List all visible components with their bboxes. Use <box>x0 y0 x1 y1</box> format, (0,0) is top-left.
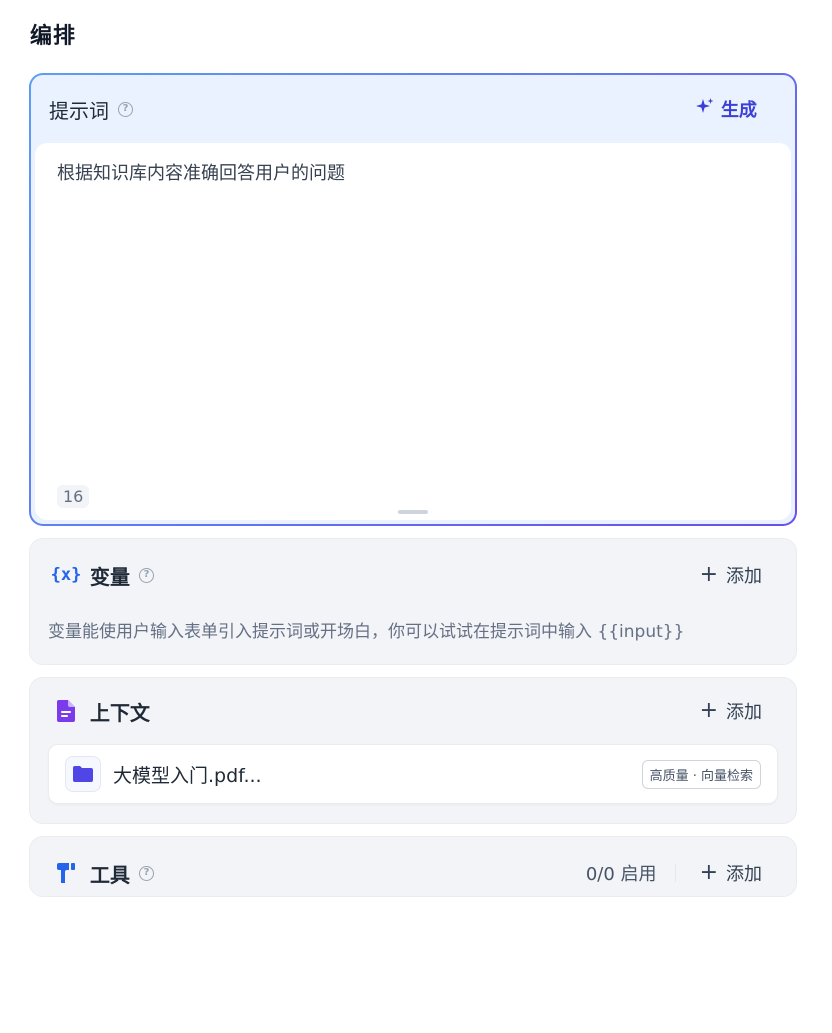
variables-help-icon[interactable]: ? <box>139 567 154 583</box>
tools-title: 工具 <box>90 862 130 887</box>
hammer-icon <box>54 861 78 885</box>
prompt-panel: 提示词 ? 生成 根据知识库内容准确回答用户的问题 16 <box>29 73 797 526</box>
tools-section: 工具 ? 0/0 启用 + 添加 <box>29 836 797 897</box>
page-title: 编排 <box>30 24 77 49</box>
retrieval-mode-badge: 高质量 · 向量检索 <box>641 759 761 789</box>
generate-button[interactable]: 生成 <box>687 92 777 126</box>
context-file-row[interactable]: 大模型入门.pdf... 高质量 · 向量检索 <box>48 744 778 804</box>
orchestration-page: 编排 提示词 ? 生成 根据知识库内容准确回答用户的问题 16 {x} 变量 ?… <box>0 0 832 1033</box>
resize-handle[interactable] <box>398 510 428 514</box>
variables-section: {x} 变量 ? + 添加 变量能使用户输入表单引入提示词或开场白，你可以试试在… <box>29 538 797 665</box>
add-context-button[interactable]: + 添加 <box>690 694 772 728</box>
plus-icon: + <box>699 698 718 723</box>
prompt-label: 提示词 <box>49 98 109 123</box>
char-count: 16 <box>57 485 90 508</box>
folder-icon <box>65 756 101 792</box>
add-variable-label: 添加 <box>726 566 762 587</box>
variables-description: 变量能使用户输入表单引入提示词或开场白，你可以试试在提示词中输入 {{input… <box>48 622 685 642</box>
add-tool-button[interactable]: + 添加 <box>690 856 772 890</box>
context-header: 上下文 + 添加 <box>30 678 796 744</box>
tools-help-icon[interactable]: ? <box>139 865 154 881</box>
prompt-editor[interactable]: 根据知识库内容准确回答用户的问题 16 <box>35 143 791 520</box>
variables-icon: {x} <box>50 565 82 585</box>
sparkle-icon <box>695 97 715 122</box>
tools-enabled-status: 0/0 启用 <box>585 864 657 885</box>
tools-header: 工具 ? 0/0 启用 + 添加 <box>30 837 796 909</box>
variables-title: 变量 <box>90 564 130 589</box>
generate-label: 生成 <box>721 100 757 121</box>
plus-icon: + <box>699 860 718 885</box>
add-context-label: 添加 <box>726 702 762 723</box>
document-icon <box>54 699 78 723</box>
prompt-header: 提示词 ? 生成 <box>31 75 795 143</box>
plus-icon: + <box>699 562 718 587</box>
prompt-help-icon[interactable]: ? <box>118 101 133 117</box>
divider <box>674 864 676 882</box>
add-tool-label: 添加 <box>726 864 762 885</box>
variables-header: {x} 变量 ? + 添加 <box>30 539 796 611</box>
prompt-panel-inner: 提示词 ? 生成 根据知识库内容准确回答用户的问题 16 <box>31 75 795 524</box>
context-section: 上下文 + 添加 大模型入门.pdf... 高质量 · 向量检索 <box>29 677 797 824</box>
prompt-textarea[interactable]: 根据知识库内容准确回答用户的问题 <box>57 159 769 185</box>
context-title: 上下文 <box>90 700 150 725</box>
context-file-name: 大模型入门.pdf... <box>113 764 262 787</box>
add-variable-button[interactable]: + 添加 <box>690 558 772 592</box>
